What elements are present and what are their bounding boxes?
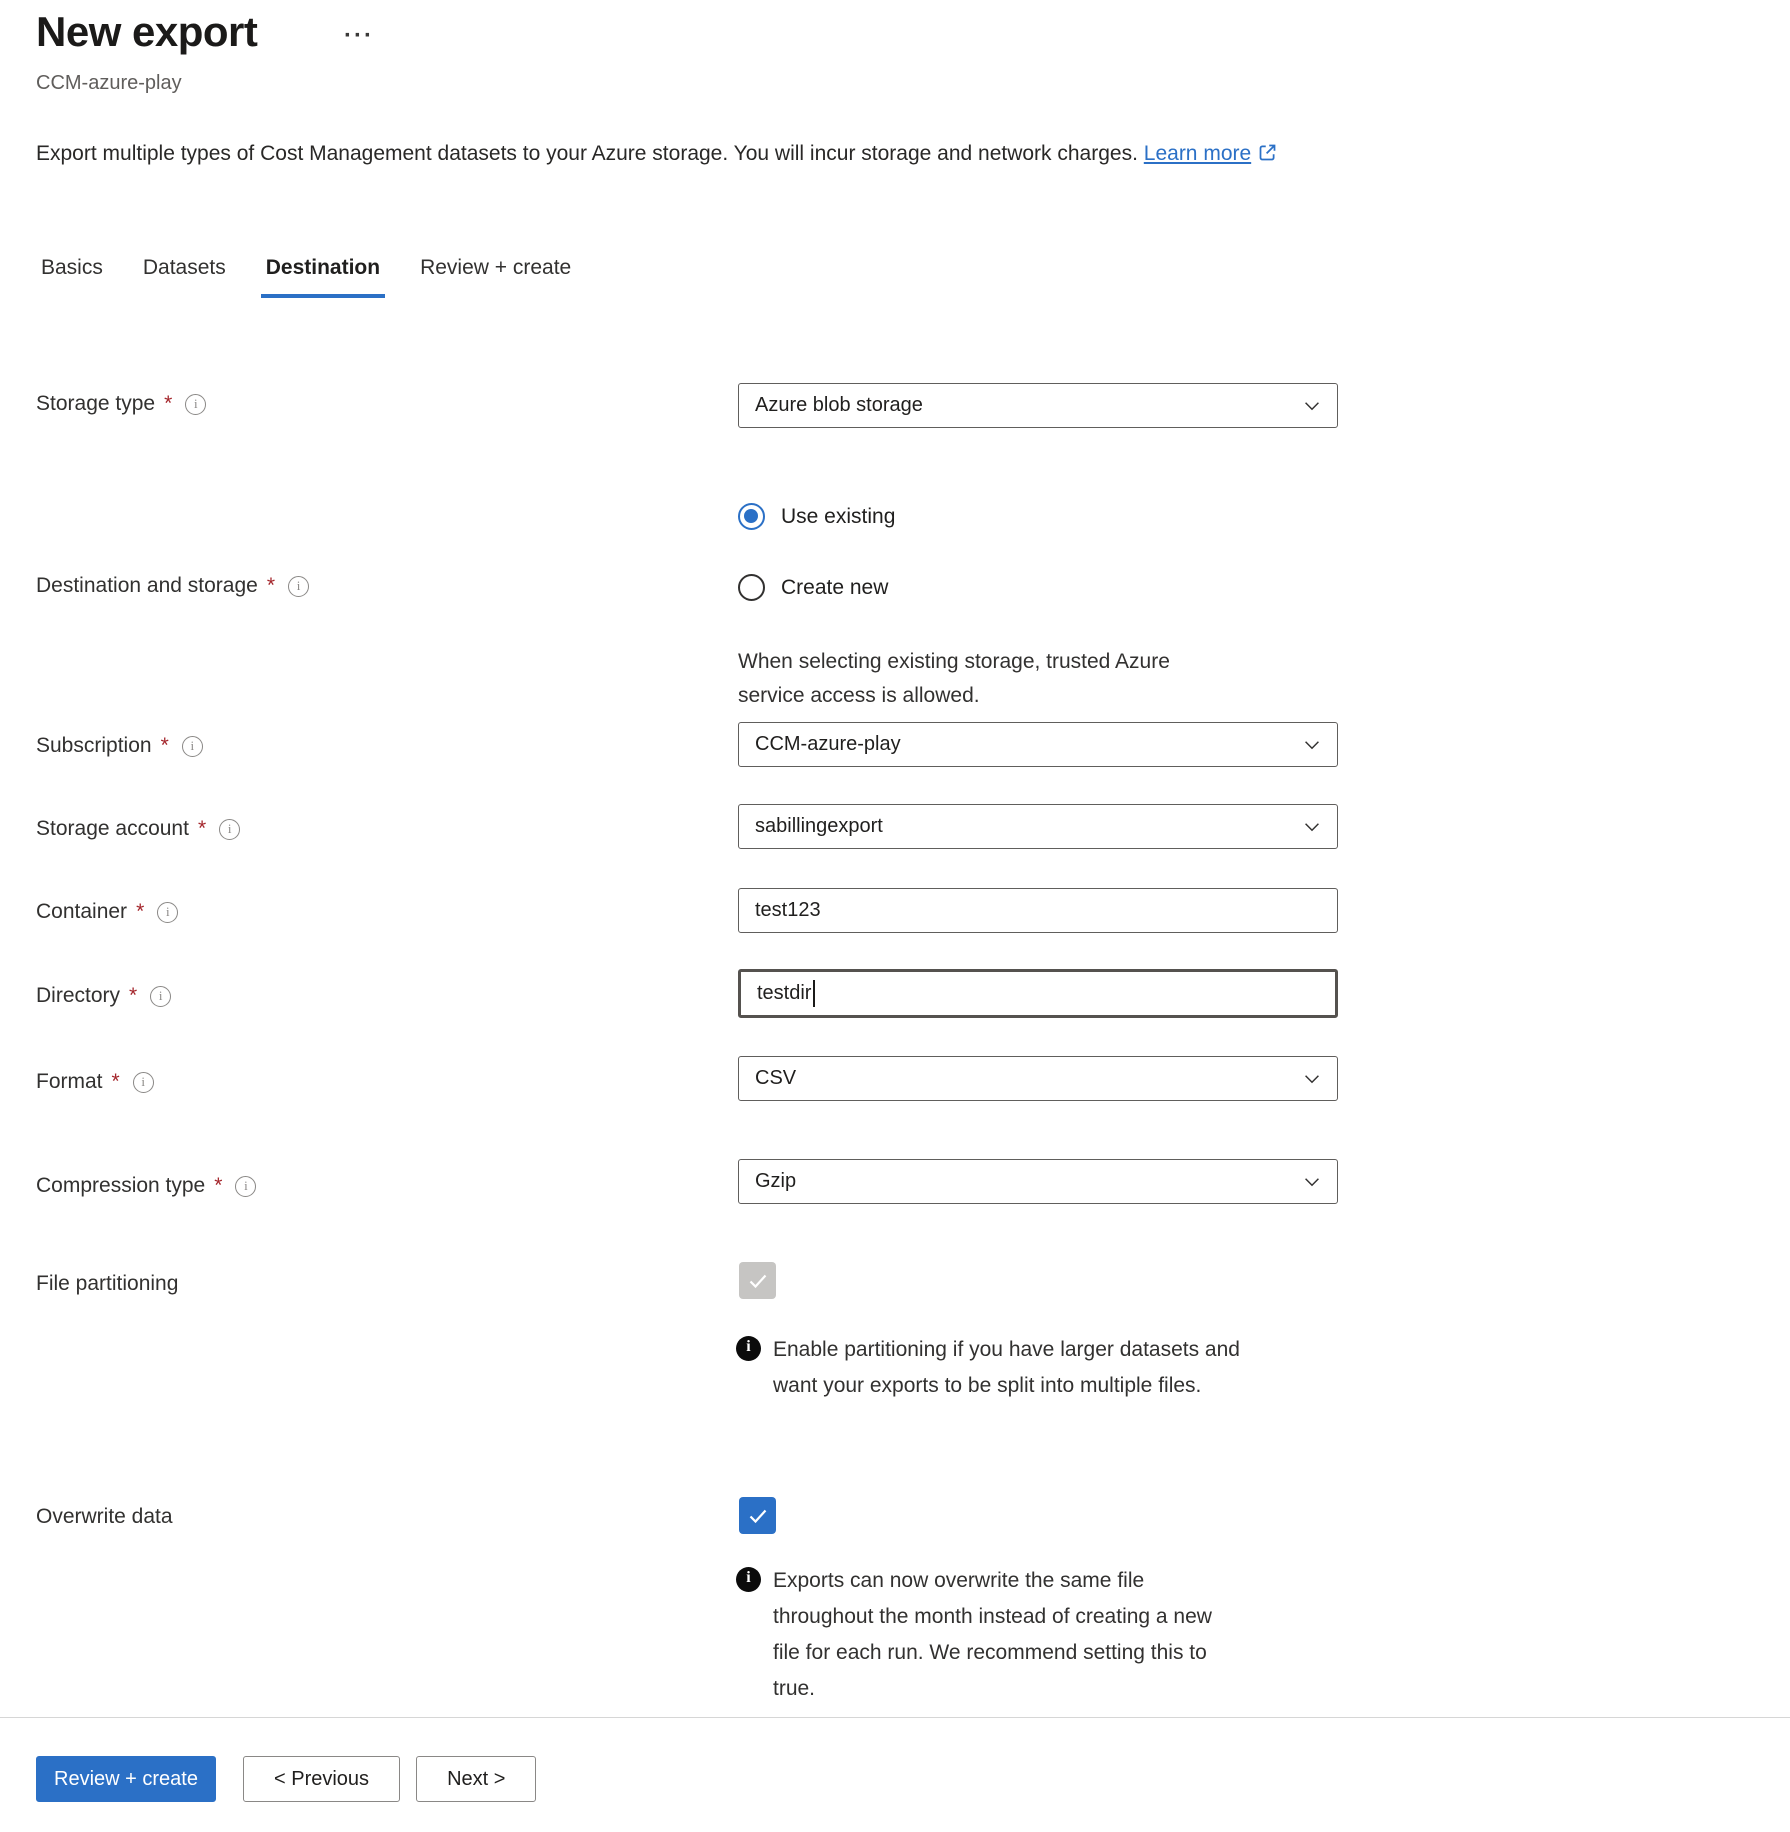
chevron-down-icon [1301, 1171, 1323, 1193]
chevron-down-icon [1301, 395, 1323, 417]
destination-storage-label: Destination and storage* [36, 574, 309, 598]
destination-storage-field: Use existing Create new When selecting e… [738, 503, 1338, 713]
info-icon[interactable] [182, 736, 203, 757]
storage-type-select[interactable]: Azure blob storage [738, 383, 1338, 428]
storage-type-label: Storage type* [36, 392, 206, 416]
storage-account-select[interactable]: sabillingexport [738, 804, 1338, 849]
compression-type-select[interactable]: Gzip [738, 1159, 1338, 1204]
format-label: Format* [36, 1070, 154, 1094]
check-icon [746, 1504, 770, 1528]
compression-type-label: Compression type* [36, 1174, 256, 1198]
subscription-label: Subscription* [36, 734, 203, 758]
info-icon[interactable] [157, 902, 178, 923]
format-select[interactable]: CSV [738, 1056, 1338, 1101]
next-button[interactable]: Next > [416, 1756, 536, 1802]
directory-input[interactable]: testdir [738, 969, 1338, 1018]
subscription-subtitle: CCM-azure-play [36, 72, 182, 95]
intro-paragraph: Export multiple types of Cost Management… [36, 142, 1278, 166]
radio-selected-icon [738, 503, 765, 530]
intro-text: Export multiple types of Cost Management… [36, 142, 1138, 165]
tab-destination[interactable]: Destination [261, 250, 385, 298]
tab-review-create[interactable]: Review + create [415, 250, 576, 298]
overwrite-data-label: Overwrite data [36, 1505, 173, 1529]
more-actions-icon[interactable]: ··· [344, 24, 374, 48]
text-cursor [813, 980, 815, 1007]
info-icon[interactable] [235, 1176, 256, 1197]
subscription-select[interactable]: CCM-azure-play [738, 722, 1338, 767]
info-icon[interactable] [133, 1072, 154, 1093]
create-new-radio[interactable]: Create new [738, 574, 1338, 601]
wizard-tabs: Basics Datasets Destination Review + cre… [36, 250, 576, 298]
footer-divider [0, 1717, 1790, 1718]
container-input[interactable]: test123 [738, 888, 1338, 933]
tab-datasets[interactable]: Datasets [138, 250, 231, 298]
tab-basics[interactable]: Basics [36, 250, 108, 298]
learn-more-link[interactable]: Learn more [1144, 142, 1278, 165]
info-icon[interactable] [288, 576, 309, 597]
container-label: Container* [36, 900, 178, 924]
info-icon[interactable] [219, 819, 240, 840]
file-partitioning-checkbox[interactable] [739, 1262, 776, 1299]
info-filled-icon [736, 1567, 761, 1592]
overwrite-data-note: Exports can now overwrite the same file … [736, 1563, 1233, 1707]
directory-label: Directory* [36, 984, 171, 1008]
info-icon[interactable] [150, 986, 171, 1007]
chevron-down-icon [1301, 1068, 1323, 1090]
footer-actions: Review + create < Previous Next > [36, 1756, 536, 1802]
storage-access-help-text: When selecting existing storage, trusted… [738, 645, 1238, 713]
new-export-page: New export ··· CCM-azure-play Export mul… [0, 0, 1790, 1832]
overwrite-data-checkbox[interactable] [739, 1497, 776, 1534]
info-icon[interactable] [185, 394, 206, 415]
chevron-down-icon [1301, 734, 1323, 756]
chevron-down-icon [1301, 816, 1323, 838]
file-partitioning-note: Enable partitioning if you have larger d… [736, 1332, 1243, 1404]
previous-button[interactable]: < Previous [243, 1756, 400, 1802]
external-link-icon [1257, 142, 1278, 163]
info-filled-icon [736, 1336, 761, 1361]
file-partitioning-label: File partitioning [36, 1272, 178, 1296]
page-title: New export [36, 8, 257, 56]
use-existing-radio[interactable]: Use existing [738, 503, 1338, 530]
check-icon [746, 1269, 770, 1293]
radio-unselected-icon [738, 574, 765, 601]
storage-account-label: Storage account* [36, 817, 240, 841]
review-create-button[interactable]: Review + create [36, 1756, 216, 1802]
